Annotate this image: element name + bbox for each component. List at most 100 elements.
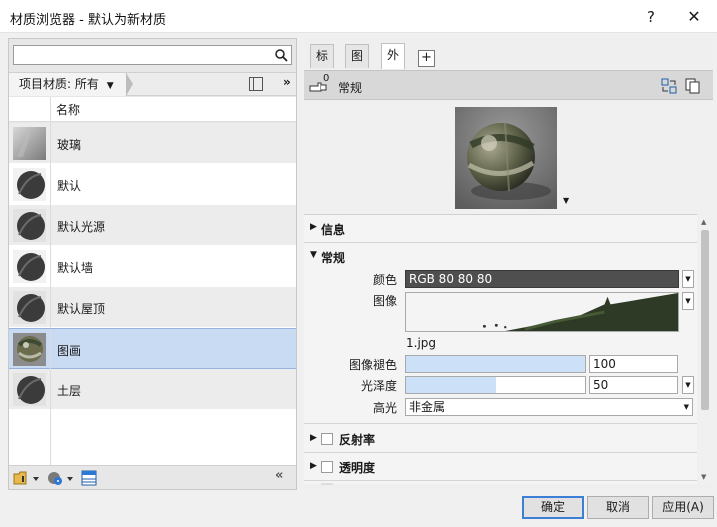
- image-label: 图像: [372, 294, 397, 308]
- preview-area: ▼: [304, 101, 713, 214]
- search-icon[interactable]: [274, 48, 288, 62]
- material-row[interactable]: 默认墙: [9, 246, 296, 287]
- help-button[interactable]: ?: [640, 6, 662, 28]
- image-dropdown[interactable]: ▼: [682, 292, 694, 310]
- next-section-partial: [321, 483, 333, 485]
- properties-panel: ▶ 信息 ▼ 常规 颜色 RGB 80 80 80 ▼ 图像 ▼ 1.jpg 图…: [304, 214, 697, 485]
- row-divider: [50, 123, 51, 164]
- glossiness-input[interactable]: 50: [589, 376, 678, 394]
- highlight-value: 非金属: [409, 400, 446, 414]
- chevron-down-icon[interactable]: ▼: [684, 399, 689, 415]
- color-label: 颜色: [372, 273, 397, 287]
- color-swatch-field[interactable]: RGB 80 80 80: [405, 270, 679, 288]
- filter-bar: 项目材质: 所有 ▼ »: [9, 72, 296, 96]
- section-reflectivity-label: 反射率: [339, 433, 376, 447]
- sphere-thumbnail-icon: [13, 250, 46, 283]
- asset-name: 常规: [338, 81, 363, 95]
- material-name: 土层: [57, 384, 82, 398]
- material-list: 玻璃 默认 默认光源 默认墙 默认屋顶 图画 土层: [9, 123, 296, 465]
- row-divider: [50, 246, 51, 287]
- layout-icon[interactable]: [249, 77, 263, 91]
- expand-arrow-icon[interactable]: ▶: [310, 433, 317, 443]
- material-row-selected[interactable]: 图画: [9, 328, 296, 370]
- filter-label: 项目材质: 所有: [19, 77, 99, 91]
- section-transparency[interactable]: ▶ 透明度: [304, 453, 697, 481]
- duplicate-asset-icon[interactable]: [685, 78, 701, 94]
- reflectivity-checkbox[interactable]: [321, 433, 333, 445]
- collapse-arrow-icon[interactable]: ▼: [310, 250, 317, 260]
- material-editor-panel: 标识 图形 外观 + 0 常规: [304, 38, 713, 490]
- search-input[interactable]: [13, 45, 292, 65]
- row-divider: [50, 205, 51, 246]
- glossiness-label: 光泽度: [360, 379, 397, 393]
- list-column-header: 名称: [9, 97, 296, 122]
- library-menu-icon[interactable]: [13, 470, 41, 486]
- material-name: 默认屋顶: [57, 302, 106, 316]
- material-name: 默认墙: [57, 261, 94, 275]
- chevron-down-icon[interactable]: ▼: [107, 81, 114, 91]
- asset-usage-count: 0: [323, 73, 330, 84]
- tab-graphics[interactable]: 图形: [345, 44, 370, 85]
- material-name: 默认光源: [57, 220, 106, 234]
- material-row[interactable]: 默认光源: [9, 205, 296, 246]
- image-thumbnail[interactable]: [405, 292, 679, 332]
- section-info-label: 信息: [321, 223, 346, 237]
- scroll-up-icon[interactable]: ▲: [701, 218, 706, 226]
- glossiness-slider-fill: [406, 377, 496, 393]
- more-options-button[interactable]: »: [283, 75, 291, 89]
- material-row[interactable]: 默认屋顶: [9, 287, 296, 328]
- name-column-header[interactable]: 名称: [56, 101, 80, 118]
- section-info[interactable]: ▶ 信息: [304, 215, 697, 243]
- material-row[interactable]: 默认: [9, 164, 296, 205]
- collapse-panel-button[interactable]: «: [275, 468, 283, 483]
- section-transparency-label: 透明度: [339, 461, 376, 475]
- glossiness-dropdown[interactable]: ▼: [682, 376, 694, 394]
- asset-editor-icon[interactable]: [81, 470, 97, 486]
- row-divider: [50, 329, 51, 370]
- material-name: 图画: [57, 344, 82, 358]
- filter-breadcrumb[interactable]: 项目材质: 所有 ▼: [9, 73, 133, 96]
- transparency-checkbox[interactable]: [321, 461, 333, 473]
- image-fade-slider-fill: [406, 356, 585, 372]
- close-button[interactable]: ✕: [683, 6, 705, 28]
- image-fade-label: 图像褪色: [348, 358, 397, 372]
- replace-asset-icon[interactable]: [661, 78, 677, 94]
- image-sphere-thumbnail-icon: [13, 333, 46, 366]
- material-row[interactable]: 玻璃: [9, 123, 296, 164]
- ok-button[interactable]: 确定: [522, 496, 584, 519]
- row-divider: [50, 164, 51, 205]
- sphere-thumbnail-icon: [13, 373, 46, 406]
- material-name: 默认: [57, 179, 82, 193]
- highlight-select[interactable]: 非金属 ▼: [405, 398, 693, 416]
- expand-arrow-icon[interactable]: ▶: [310, 461, 317, 471]
- cancel-button[interactable]: 取消: [587, 496, 649, 519]
- material-name: 玻璃: [57, 138, 82, 152]
- row-divider: [50, 369, 51, 410]
- image-fade-input[interactable]: 100: [589, 355, 678, 373]
- column-divider: [50, 410, 51, 465]
- section-reflectivity[interactable]: ▶ 反射率: [304, 425, 697, 453]
- apply-button[interactable]: 应用(A): [652, 496, 714, 519]
- preview-options-dropdown[interactable]: ▼: [563, 196, 569, 205]
- glossiness-slider[interactable]: [405, 376, 586, 394]
- sphere-thumbnail-icon: [13, 209, 46, 242]
- library-toolbar: «: [9, 465, 296, 489]
- asset-header: 0 常规: [304, 70, 713, 100]
- sphere-thumbnail-icon: [13, 168, 46, 201]
- material-preview-image[interactable]: [455, 107, 557, 209]
- scrollbar-thumb[interactable]: [701, 230, 709, 410]
- add-tab-button[interactable]: +: [418, 50, 435, 67]
- create-material-icon[interactable]: [47, 470, 75, 486]
- properties-scrollbar[interactable]: ▲ ▼: [699, 214, 711, 484]
- image-fade-slider[interactable]: [405, 355, 586, 373]
- tab-appearance[interactable]: 外观: [381, 43, 406, 84]
- expand-arrow-icon[interactable]: ▶: [310, 222, 317, 232]
- title-bar: 材质浏览器 - 默认为新材质 ? ✕: [0, 0, 717, 33]
- material-library-panel: 项目材质: 所有 ▼ » 名称 玻璃 默认 默认光源 默认墙 默认屋顶 图画 土…: [8, 38, 297, 490]
- scroll-down-icon[interactable]: ▼: [701, 473, 706, 481]
- image-filename[interactable]: 1.jpg: [406, 336, 436, 350]
- tab-identity[interactable]: 标识: [310, 44, 335, 85]
- material-row[interactable]: 土层: [9, 369, 296, 410]
- section-general-label: 常规: [321, 251, 346, 265]
- color-dropdown[interactable]: ▼: [682, 270, 694, 288]
